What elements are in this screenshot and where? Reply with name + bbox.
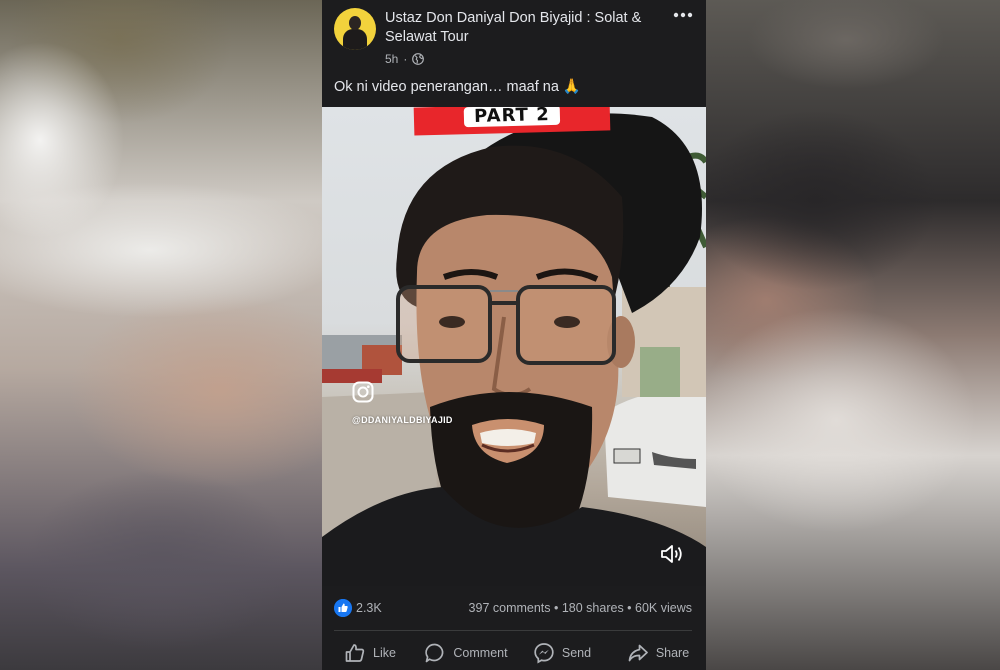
post-stats: 2.3K 397 comments • 180 shares • 60K vie…: [322, 590, 706, 628]
comment-icon: [425, 643, 444, 663]
like-reaction-icon[interactable]: [334, 599, 352, 617]
divider: [334, 630, 692, 631]
more-options-icon[interactable]: [672, 8, 694, 22]
like-button[interactable]: Like: [322, 636, 418, 670]
post-caption: Ok ni video penerangan… maaf na 🙏: [334, 79, 581, 95]
blurred-background-left: [0, 0, 322, 670]
engagement-summary[interactable]: 397 comments • 180 shares • 60K views: [469, 601, 692, 615]
post-time[interactable]: 5h: [385, 52, 398, 66]
comment-label: Comment: [453, 646, 508, 660]
video-frame: [322, 113, 706, 586]
send-button[interactable]: Send: [514, 636, 610, 670]
post-meta: 5h ·: [385, 52, 425, 66]
like-label: Like: [373, 646, 396, 660]
share-button[interactable]: Share: [610, 636, 706, 670]
meta-separator: ·: [403, 52, 408, 66]
thumbs-up-icon: [345, 644, 365, 662]
globe-icon: [412, 53, 425, 65]
blurred-background-right: [706, 0, 1000, 670]
page-name[interactable]: Ustaz Don Daniyal Don Biyajid : Solat & …: [385, 9, 660, 47]
avatar[interactable]: [334, 8, 376, 50]
reactions-count[interactable]: 2.3K: [356, 601, 382, 615]
instagram-icon: [352, 381, 374, 403]
comment-button[interactable]: Comment: [418, 636, 514, 670]
video-player[interactable]: PART 2 @DDANIYALDBIYAJID: [322, 107, 706, 586]
messenger-icon: [534, 643, 554, 664]
video-overlay-handle: @DDANIYALDBIYAJID: [352, 415, 453, 425]
facebook-post: Ustaz Don Daniyal Don Biyajid : Solat & …: [322, 0, 706, 670]
send-label: Send: [561, 646, 592, 660]
share-icon: [628, 644, 648, 662]
volume-icon[interactable]: [660, 543, 684, 565]
post-header: Ustaz Don Daniyal Don Biyajid : Solat & …: [322, 0, 706, 72]
post-action-bar: Like Comment Send Share: [322, 636, 706, 670]
share-label: Share: [655, 646, 690, 660]
